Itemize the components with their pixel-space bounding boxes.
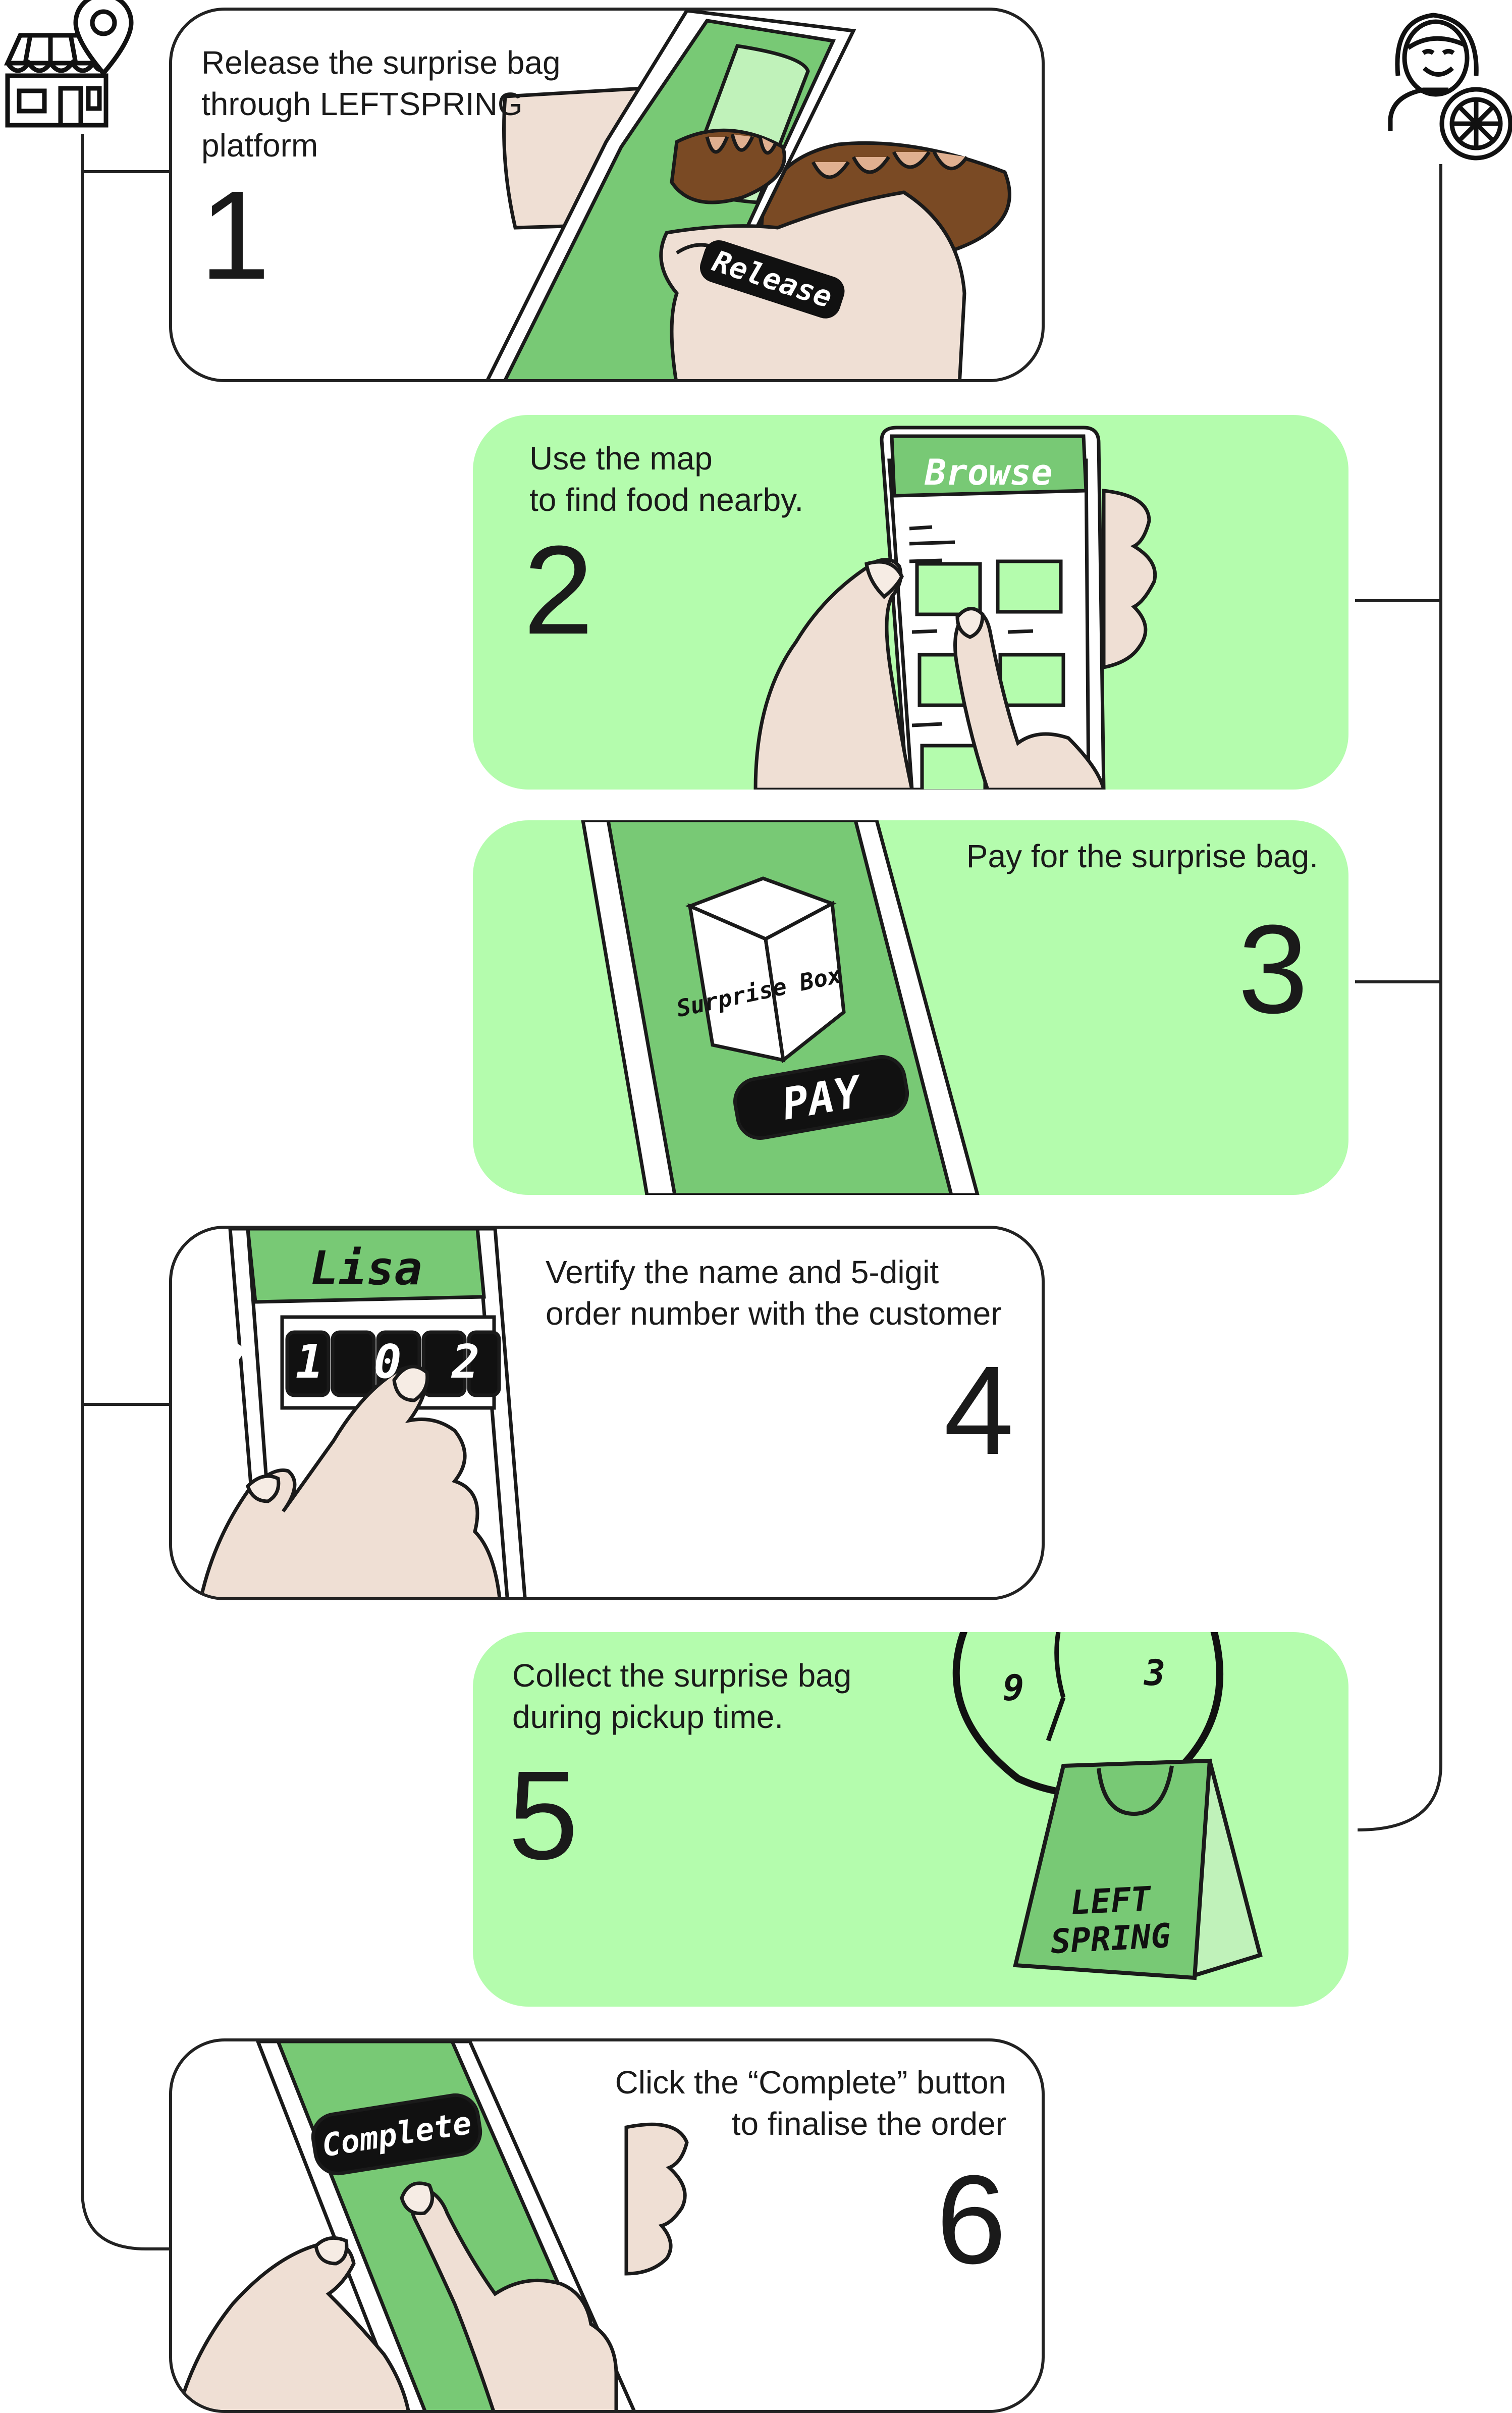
bag-spring-label: SPRING (1050, 1916, 1172, 1961)
clock-9-label: 9 (1003, 1667, 1024, 1709)
step-4-text: Vertify the name and 5-digit order numbe… (546, 1254, 1002, 1332)
bag-left-label: LEFT (1069, 1879, 1153, 1922)
step-5-card: 9 3 LEFT SPRING Collect the surprise bag… (473, 1632, 1348, 2007)
step-5-number: 5 (508, 1745, 579, 1885)
customer-pizza-icon (1388, 13, 1512, 161)
step-2-number: 2 (523, 519, 594, 660)
step-5-text: Collect the surprise bag during pickup t… (512, 1657, 852, 1735)
customer-name-label: Lisa (310, 1241, 422, 1295)
store-location-icon (4, 0, 134, 128)
step-4-number: 4 (943, 1340, 1014, 1481)
step-6-card: Complete Click the “Complete” button to … (169, 2038, 1045, 2413)
clock-3-label: 3 (1143, 1652, 1165, 1694)
browse-title-label: Browse (925, 452, 1053, 493)
step-6-text: Click the “Complete” button to finalise … (615, 2064, 1006, 2142)
step-3-card: Surprise Box PAY Pay for the surprise ba… (473, 820, 1348, 1195)
step-2-text: Use the map to find food nearby. (529, 440, 804, 518)
step-2-card: Browse Use the map to find food nearby. … (473, 415, 1348, 790)
step-6-number: 6 (936, 2149, 1006, 2290)
step-1-card: Release Release the surprise bag through… (169, 8, 1045, 382)
step-4-card: Lisa 2 1 0 2 1 Vertify the name and 5-di… (169, 1226, 1045, 1600)
step-1-number: 1 (200, 165, 271, 305)
step-1-text: Release the surprise bag through LEFTSPR… (201, 44, 561, 164)
step-3-number: 3 (1237, 899, 1308, 1039)
step-3-text: Pay for the surprise bag. (966, 838, 1318, 874)
order-digits-label: 2 1 0 2 1 (217, 1335, 569, 1389)
